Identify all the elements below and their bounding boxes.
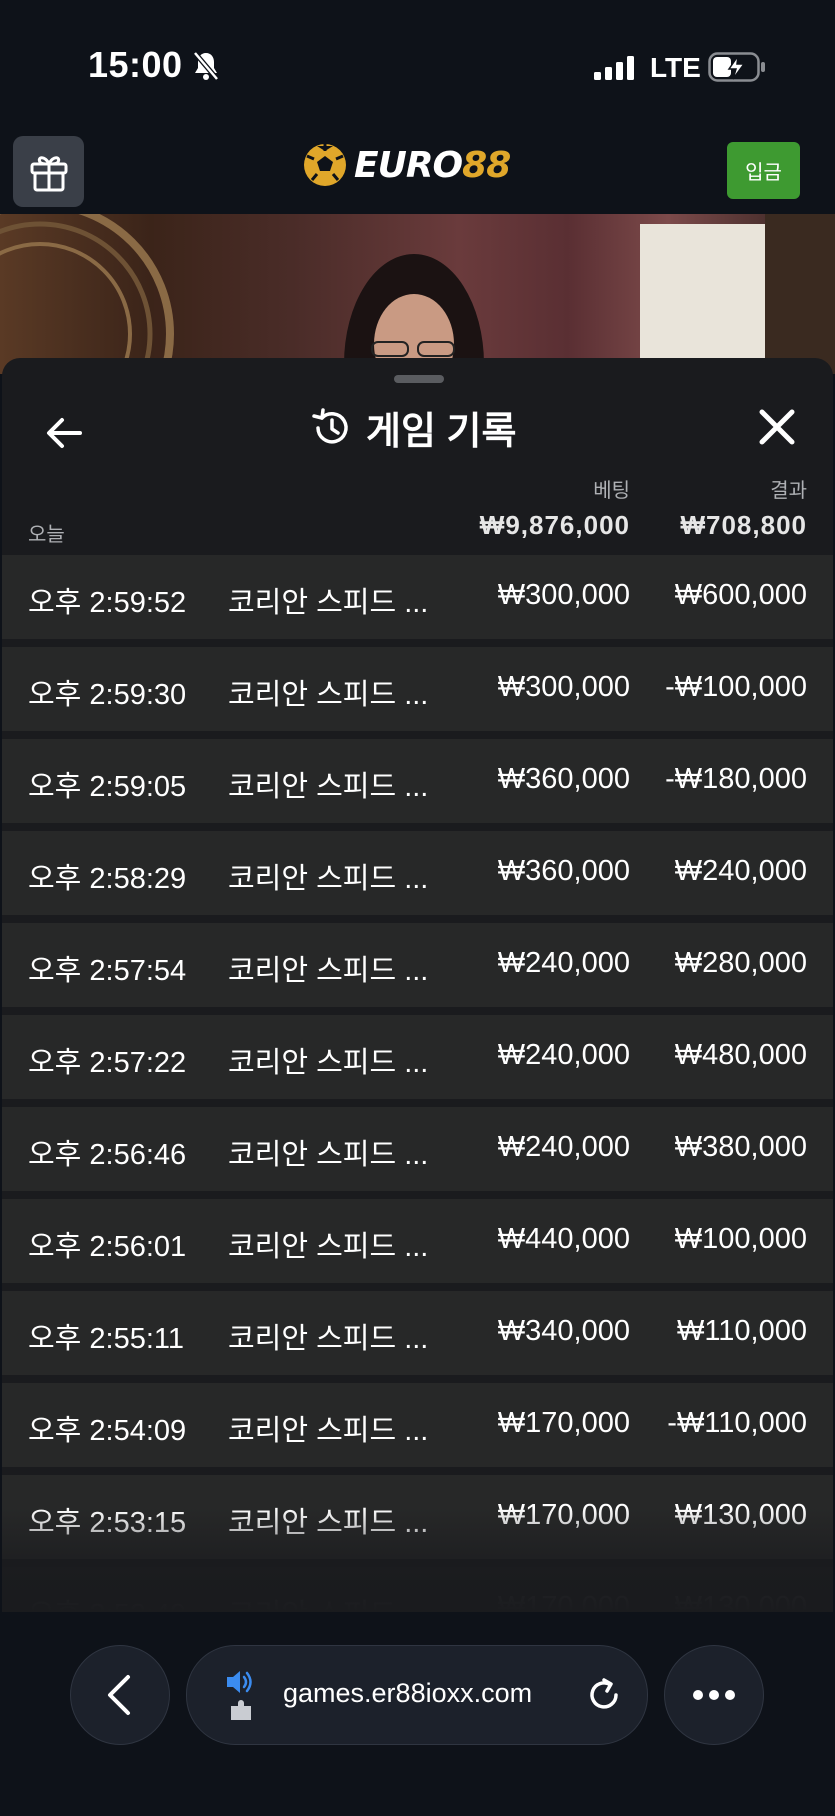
row-result: ₩110,000 [676, 1315, 807, 1347]
live-video-background [0, 214, 835, 374]
row-bet: ₩360,000 [497, 763, 630, 795]
gift-icon [30, 155, 67, 191]
row-game: 코리안 스피드 ... [228, 863, 429, 895]
row-result: ₩130,000 [674, 1499, 807, 1531]
game-history-sheet: 게임 기록 베팅 결과 오늘 ₩9,876,000 ₩708,800 오후 2:… [2, 358, 833, 1612]
sheet-title: 게임 기록 [366, 411, 517, 453]
arrow-left-icon[interactable] [40, 408, 90, 458]
row-result: -₩110,000 [667, 1407, 807, 1439]
row-time: 오후 2:56:46 [28, 1139, 187, 1171]
row-game: 코리안 스피드 ... [228, 1047, 429, 1079]
row-time: 오후 2:59:30 [28, 679, 187, 711]
history-row[interactable]: 오후 2:59:30 코리안 스피드 ... ₩300,000 -₩100,00… [2, 647, 833, 731]
row-result: ₩280,000 [674, 947, 807, 979]
row-bet: ₩170,000 [497, 1591, 630, 1612]
row-result: ₩380,000 [674, 1131, 807, 1163]
extension-icon[interactable] [229, 1700, 255, 1722]
history-row[interactable]: 오후 2:53:15 코리안 스피드 ... ₩170,000 ₩130,000 [2, 1475, 833, 1559]
row-game: 코리안 스피드 ... [228, 1415, 429, 1447]
row-game: 코리안 스피드 ... [228, 771, 429, 803]
history-row[interactable]: 오후 2:56:01 코리안 스피드 ... ₩440,000 ₩100,000 [2, 1199, 833, 1283]
history-icon [312, 407, 348, 444]
chevron-left-icon [108, 1675, 130, 1715]
speaker-icon [227, 1671, 252, 1693]
row-bet: ₩300,000 [497, 671, 630, 703]
history-row[interactable]: 오후 2:54:09 코리안 스피드 ... ₩170,000 -₩110,00… [2, 1383, 833, 1467]
row-result: ₩130,000 [674, 1591, 807, 1612]
row-time: 오후 2:57:22 [28, 1047, 187, 1079]
row-bet: ₩360,000 [497, 855, 630, 887]
euro88-logo[interactable]: EURO88 [302, 142, 511, 188]
battery-charging-icon [708, 52, 765, 82]
row-bet: ₩240,000 [497, 1039, 630, 1071]
status-time: 15:00 [88, 44, 183, 85]
signal-icon [594, 56, 634, 80]
sheet-header: 게임 기록 [310, 400, 516, 455]
history-row[interactable]: 오후 2:56:46 코리안 스피드 ... ₩240,000 ₩380,000 [2, 1107, 833, 1191]
row-bet: ₩170,000 [497, 1499, 630, 1531]
row-time: 오후 2:59:05 [28, 771, 187, 803]
date-group-label: 오늘 [28, 524, 65, 546]
history-row[interactable]: 오후 2:58:29 코리안 스피드 ... ₩360,000 ₩240,000 [2, 831, 833, 915]
deposit-button[interactable]: 입금 [727, 142, 800, 199]
row-result: -₩180,000 [665, 763, 807, 795]
logo-text-euro: EURO [354, 144, 463, 186]
history-row[interactable]: 오후 2:59:52 코리안 스피드 ... ₩300,000 ₩600,000 [2, 555, 833, 639]
total-result: ₩708,800 [680, 510, 807, 540]
row-time: 오후 2:59:52 [28, 587, 187, 619]
row-time: 오후 2:58:29 [28, 863, 187, 895]
sheet-grabber[interactable] [394, 375, 444, 383]
bell-muted-icon [193, 51, 219, 81]
row-game: 코리안 스피드 ... [228, 679, 429, 711]
total-bet: ₩9,876,000 [479, 510, 630, 540]
row-bet: ₩340,000 [497, 1315, 630, 1347]
browser-back-button[interactable] [70, 1645, 170, 1745]
row-result: ₩240,000 [674, 855, 807, 887]
row-result: ₩100,000 [674, 1223, 807, 1255]
row-time: 오후 2:57:54 [28, 955, 187, 987]
dealer-scene-image [0, 214, 835, 374]
gift-button[interactable] [13, 136, 84, 207]
url-text: games.er88ioxx.com [283, 1678, 533, 1708]
address-bar[interactable]: games.er88ioxx.com [186, 1645, 648, 1745]
logo-text-88: 88 [462, 144, 511, 186]
row-game: 코리안 스피드 ... [228, 1139, 429, 1171]
history-row[interactable]: 오후 2:57:22 코리안 스피드 ... ₩240,000 ₩480,000 [2, 1015, 833, 1099]
row-time: 오후 2:54:09 [28, 1415, 187, 1447]
more-button[interactable] [664, 1645, 764, 1745]
status-bar: 15:00 LTE [0, 0, 835, 130]
row-time: 오후 2:53:15 [28, 1507, 187, 1539]
row-result: -₩100,000 [665, 671, 807, 703]
soccer-ball-icon [304, 144, 346, 186]
row-bet: ₩170,000 [497, 1407, 630, 1439]
row-game: 코리안 스피드 ... [228, 955, 429, 987]
row-bet: ₩440,000 [497, 1223, 630, 1255]
reload-icon[interactable] [585, 1676, 623, 1714]
row-result: ₩600,000 [674, 579, 807, 611]
row-result: ₩480,000 [674, 1039, 807, 1071]
row-time: 오후 2:52:49 [28, 1591, 186, 1612]
row-game: 코리안 스피드 ... [228, 1591, 428, 1612]
row-game: 코리안 스피드 ... [228, 587, 429, 619]
history-row[interactable]: 오후 2:57:54 코리안 스피드 ... ₩240,000 ₩280,000 [2, 923, 833, 1007]
history-row[interactable]: 오후 2:59:05 코리안 스피드 ... ₩360,000 -₩180,00… [2, 739, 833, 823]
row-bet: ₩240,000 [497, 1131, 630, 1163]
history-row[interactable]: 오후 2:55:11 코리안 스피드 ... ₩340,000 ₩110,000 [2, 1291, 833, 1375]
row-game: 코리안 스피드 ... [228, 1507, 429, 1539]
row-bet: ₩300,000 [497, 579, 630, 611]
row-time: 오후 2:56:01 [28, 1231, 187, 1263]
row-time: 오후 2:55:11 [28, 1323, 185, 1355]
row-game: 코리안 스피드 ... [228, 1231, 429, 1263]
column-header-bet: 베팅 [593, 480, 630, 502]
row-game: 코리안 스피드 ... [228, 1323, 429, 1355]
row-bet: ₩240,000 [497, 947, 630, 979]
network-type: LTE [650, 52, 701, 83]
history-row[interactable]: 오후 2:52:49 코리안 스피드 ... ₩170,000 ₩130,000 [2, 1567, 833, 1612]
history-list: 오후 2:59:52 코리안 스피드 ... ₩300,000 ₩600,000… [2, 555, 833, 1612]
column-header-result: 결과 [770, 480, 807, 502]
more-icon [693, 1690, 735, 1700]
close-icon[interactable] [752, 402, 802, 452]
